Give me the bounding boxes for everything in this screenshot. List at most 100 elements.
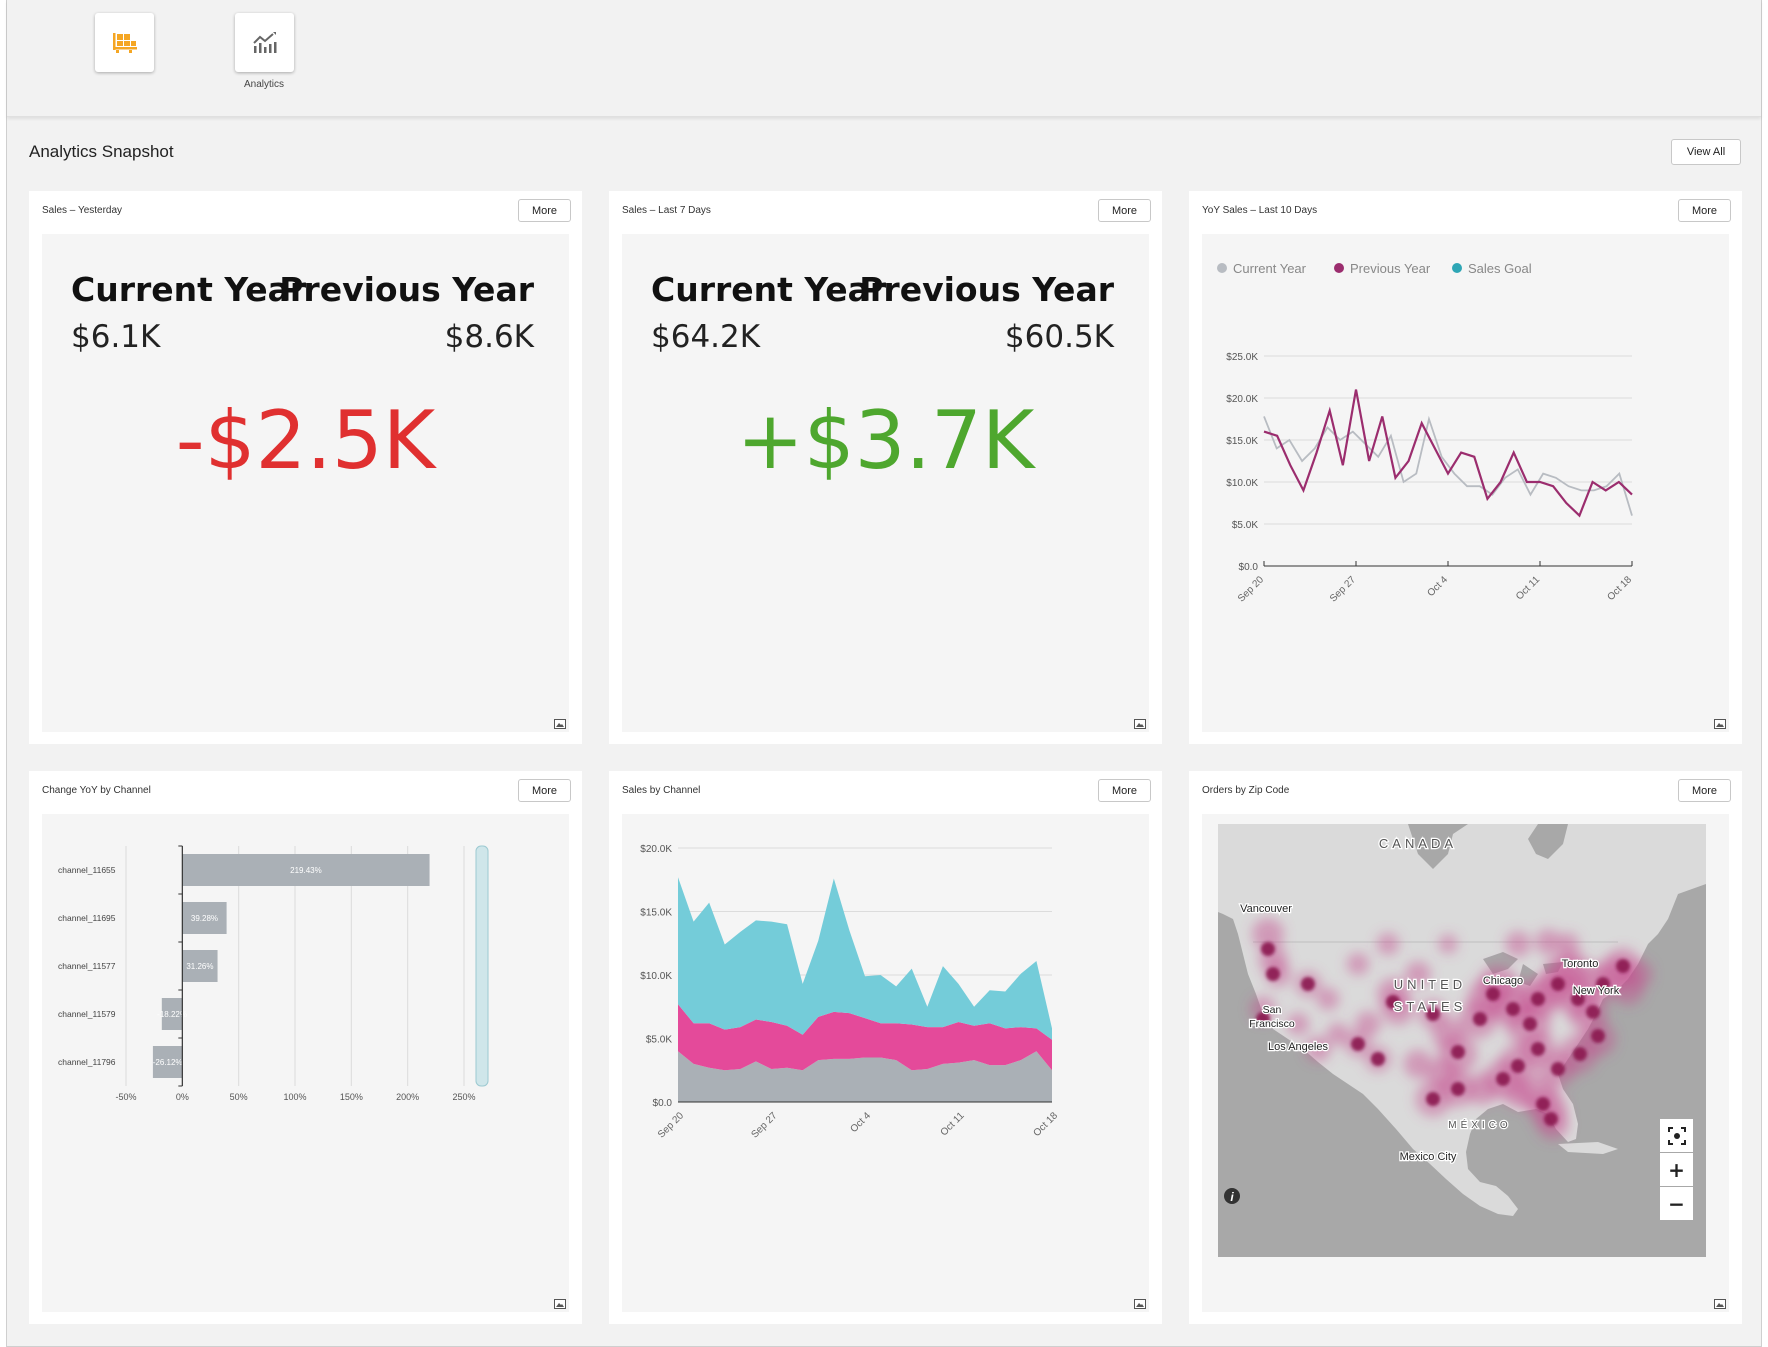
heat-core-point [1506,1002,1520,1016]
more-button[interactable]: More [1678,199,1731,222]
yoy-sales-line-chart: Current Year Previous Year Sales Goal $0.0 $… [1217,261,1635,605]
current-year-label: Current Year [71,270,307,309]
card-yoy-sales: YoY Sales – Last 10 Days More Current Ye… [1189,191,1742,744]
legend-label: Previous Year [1350,261,1431,276]
heat-core-point [1473,1012,1487,1026]
app-tile-analytics[interactable] [235,13,294,72]
x-tick-label: Oct 4 [848,1110,873,1135]
series-line [1263,415,1633,516]
y-tick-label: $20.0K [640,844,672,855]
data-label: 39.28% [191,914,218,923]
heat-blob [1316,987,1340,1011]
card-sales-last-7-days: Sales – Last 7 Days More Current Year Pr… [609,191,1162,744]
y-tick-label: $10.0K [1226,478,1258,489]
heat-core-point [1301,977,1315,991]
category-label: channel_11796 [58,1057,116,1067]
x-tick-label: 50% [230,1092,248,1102]
heat-core-point [1586,1005,1600,1019]
previous-year-value: $60.5K [1004,319,1114,355]
map-label: UNITED [1394,977,1466,992]
more-button[interactable]: More [518,779,571,802]
map-label: STATES [1394,999,1467,1014]
app-tile-shipping[interactable] [95,13,154,72]
view-all-button[interactable]: View All [1671,139,1741,165]
card-orders-by-zip-code: Orders by Zip Code More CANADA Vancouver U… [1189,771,1742,1324]
map-label: Mexico City [1400,1151,1457,1163]
legend-marker [1217,263,1227,273]
image-export-icon[interactable] [1134,1299,1146,1309]
heat-core-point [1486,987,1500,1001]
heat-core-point [1426,1092,1440,1106]
map-label: MÉXICO [1448,1118,1511,1131]
x-tick-label: Sep 20 [656,1110,686,1140]
app-frame: Analytics Analytics Snapshot View All Sa… [6,0,1762,1347]
data-label: 31.26% [186,962,213,971]
map-label: Francisco [1249,1018,1295,1030]
heat-core-point [1496,1072,1510,1086]
app-label-analytics: Analytics [243,79,284,90]
heat-core-point [1536,1097,1550,1111]
more-button[interactable]: More [518,199,571,222]
kpi-panel: Current Year Previous Year $64.2K $60.5K… [622,234,1149,732]
image-export-icon[interactable] [1714,1299,1726,1309]
more-button[interactable]: More [1678,779,1731,802]
heat-blob [1355,1011,1381,1037]
change-value: -$2.5K [175,394,436,487]
card-title: Sales – Yesterday [42,205,123,216]
heat-core-point [1261,942,1275,956]
heat-blob [1438,934,1458,954]
analytics-chart-icon [252,31,276,53]
chart-panel: -50% 0% 50% 100% 150% 200% 250% 219.43% channel_… [42,814,569,1312]
locate-icon [1667,1126,1686,1145]
map-zoom-in-button[interactable]: + [1660,1153,1693,1186]
map-zoom-out-button[interactable]: − [1660,1187,1693,1220]
y-tick-label: $15.0K [640,908,672,919]
heat-blob [1326,1022,1350,1046]
card-sales-by-channel: Sales by Channel More $0.0 $5.0K $10.0K $15… [609,771,1162,1324]
map-label: San [1263,1004,1282,1016]
card-title: Orders by Zip Code [1202,785,1290,796]
category-label: channel_11695 [58,913,116,923]
heat-core-point [1451,1045,1465,1059]
card-sales-yesterday: Sales – Yesterday More Current Year Prev… [29,191,582,744]
heat-blob [1346,952,1370,976]
x-tick-label: Oct 11 [939,1110,967,1138]
heat-core-point [1544,1112,1558,1126]
change-yoy-bar-chart: -50% 0% 50% 100% 150% 200% 250% 219.43% channel_… [58,845,489,1102]
sales-by-channel-area-chart: $0.0 $5.0K $10.0K $15.0K $20.0K Sep 20 Sep 27 O… [640,844,1060,1141]
map-locate-button[interactable] [1660,1119,1693,1152]
data-label: 219.43% [290,866,322,875]
heat-core-point [1511,1059,1525,1073]
image-export-icon[interactable] [1134,719,1146,729]
legend-marker [1452,263,1462,273]
x-tick-label: 200% [396,1092,419,1102]
more-button[interactable]: More [1098,779,1151,802]
chart-panel: Current Year Previous Year Sales Goal $0.0 $… [1202,234,1729,732]
previous-year-label: Previous Year [859,270,1114,309]
heat-core-point [1266,967,1280,981]
x-tick-label: -50% [115,1092,136,1102]
more-button[interactable]: More [1098,199,1151,222]
x-tick-label: 250% [452,1092,475,1102]
section-title: Analytics Snapshot [29,142,174,161]
heat-core-point [1531,992,1545,1006]
category-label: channel_11655 [58,865,116,875]
image-export-icon[interactable] [554,719,566,729]
category-label: channel_11577 [58,961,116,971]
image-export-icon[interactable] [554,1299,566,1309]
x-tick-label: 0% [176,1092,189,1102]
heat-map[interactable]: CANADA Vancouver UNITED STATES Chicago Toront… [1218,824,1706,1257]
heat-blob [1505,931,1531,957]
category-label: channel_11579 [58,1009,116,1019]
data-label: -26.12% [153,1058,183,1067]
y-tick-label: $25.0K [1226,352,1258,363]
image-export-icon[interactable] [1714,719,1726,729]
chart-panel: $0.0 $5.0K $10.0K $15.0K $20.0K Sep 20 Sep 27 O… [622,814,1149,1312]
app-launcher-bar: Analytics [7,0,1761,117]
previous-year-value: $8.6K [444,319,534,355]
y-tick-label: $0.0 [1239,562,1259,573]
y-tick-label: $5.0K [646,1035,672,1046]
scroll-track [475,845,489,1087]
x-tick-label: Oct 18 [1606,574,1635,603]
x-tick-label: Oct 11 [1514,574,1542,602]
